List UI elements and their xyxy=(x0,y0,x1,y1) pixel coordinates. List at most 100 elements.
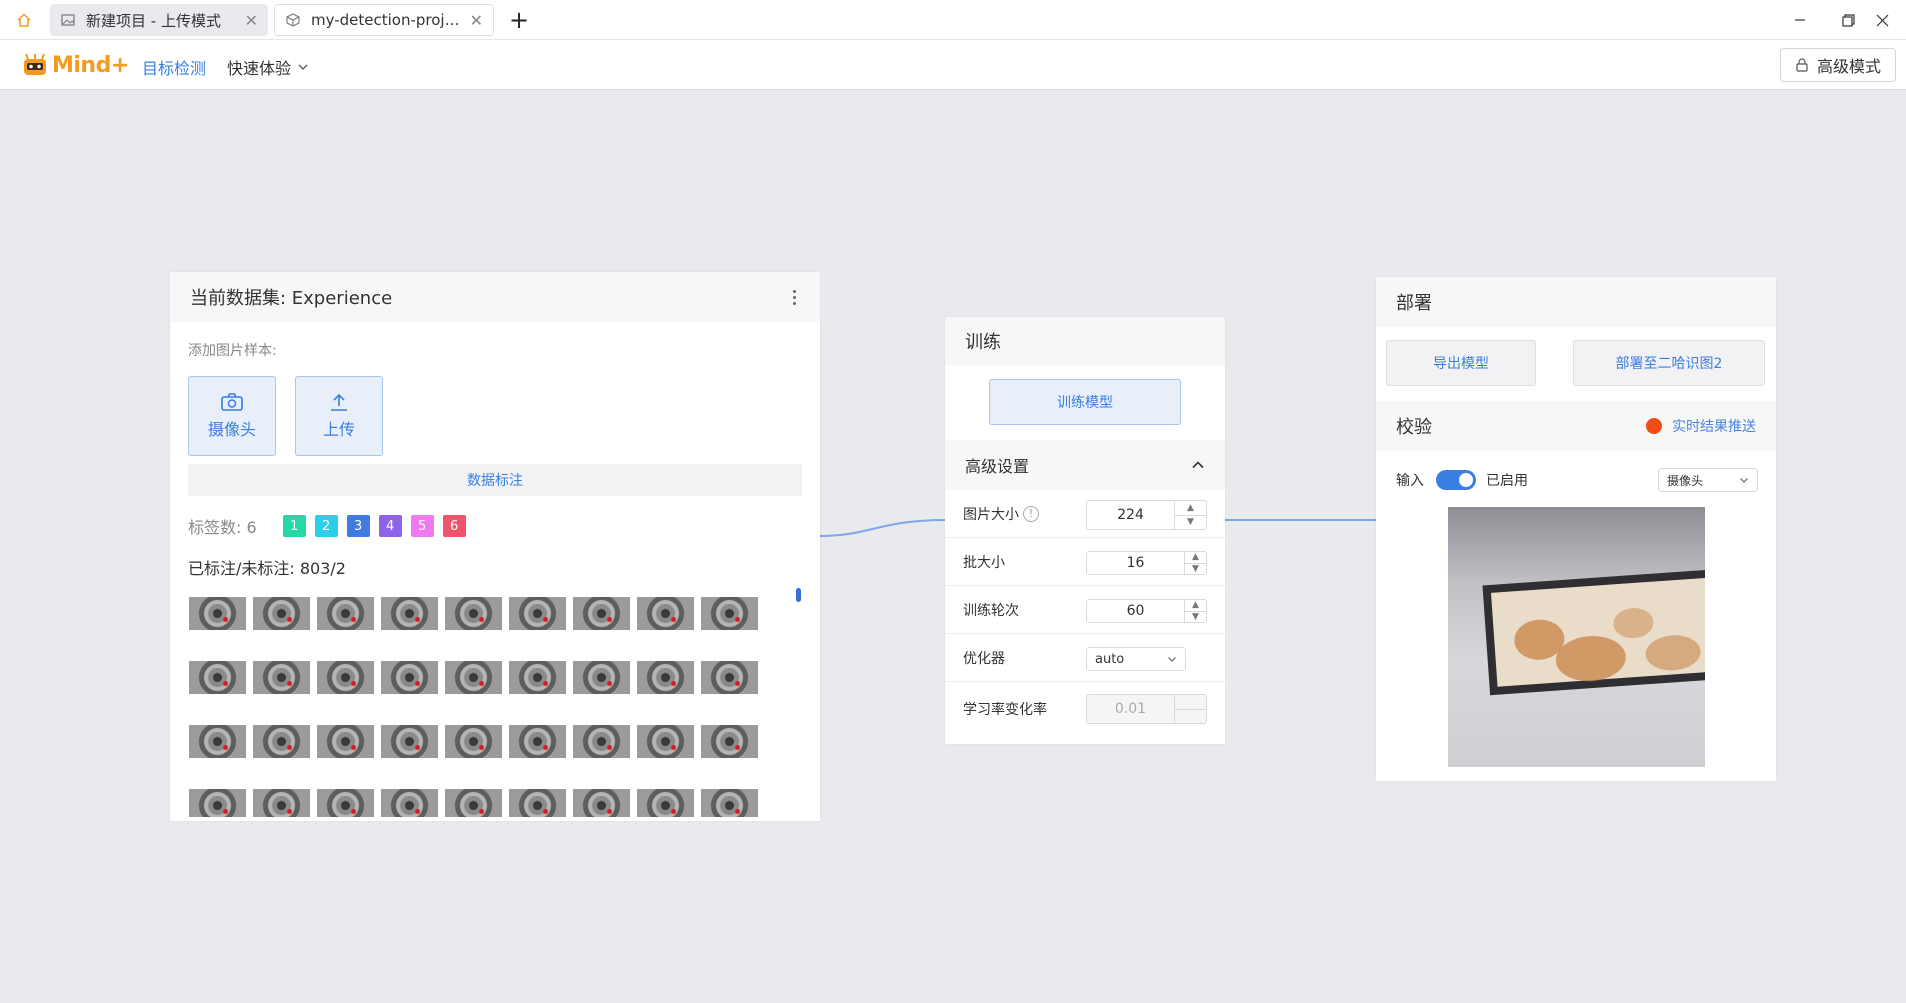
validate-header: 校验 实时结果推送 xyxy=(1376,401,1776,451)
label-badge[interactable]: 4 xyxy=(378,515,402,537)
camera-preview xyxy=(1448,507,1705,767)
annotated-count: 已标注/未标注: 803/2 xyxy=(188,559,346,578)
sample-thumbnail[interactable] xyxy=(381,789,438,817)
deploy-title: 部署 xyxy=(1396,293,1432,314)
add-samples-label: 添加图片样本: xyxy=(188,343,277,359)
more-options-icon[interactable] xyxy=(789,286,800,309)
sample-thumbnail[interactable] xyxy=(253,789,310,817)
sample-thumbnail[interactable] xyxy=(317,789,374,817)
annotate-button[interactable]: 数据标注 xyxy=(188,464,802,496)
input-label: 输入 xyxy=(1396,473,1424,489)
train-model-button[interactable]: 训练模型 xyxy=(989,379,1181,425)
sample-thumbnail[interactable] xyxy=(317,597,374,630)
sample-thumbnail[interactable] xyxy=(445,597,502,630)
sample-thumbnail[interactable] xyxy=(189,789,246,817)
sample-thumbnail[interactable] xyxy=(253,597,310,630)
info-icon[interactable]: ! xyxy=(1023,505,1039,522)
chevron-down-icon[interactable]: ▼ xyxy=(1175,514,1206,530)
sample-thumbnail[interactable] xyxy=(381,661,438,694)
upload-icon xyxy=(331,393,347,411)
chevron-down-icon xyxy=(1740,478,1748,483)
upload-button[interactable]: 上传 xyxy=(295,376,383,456)
param-optimizer: 优化器 auto xyxy=(945,634,1225,682)
connector-dataset-train xyxy=(819,519,946,537)
train-card: 训练 训练模型 高级设置 图片大小! 224 ▲ ▼ 批大小 16 ▲ ▼ 训练轮次… xyxy=(945,317,1225,744)
batch-size-value: 16 xyxy=(1126,555,1145,571)
param-label: 图片大小 xyxy=(963,506,1019,523)
chevron-up-icon[interactable]: ▲ xyxy=(1185,600,1206,611)
sample-thumbnail[interactable] xyxy=(445,789,502,817)
sample-thumbnail[interactable] xyxy=(381,725,438,758)
chevron-up-icon[interactable] xyxy=(1191,458,1205,472)
param-label: 训练轮次 xyxy=(963,602,1019,619)
chevron-down-icon xyxy=(1168,657,1176,662)
sample-thumbnail[interactable] xyxy=(637,597,694,630)
epochs-input[interactable]: 60 ▲ ▼ xyxy=(1086,599,1207,623)
preview-scroll-painting xyxy=(1482,568,1705,696)
label-badge[interactable]: 5 xyxy=(410,515,434,537)
sample-thumbnail[interactable] xyxy=(253,661,310,694)
label-badge[interactable]: 1 xyxy=(282,515,306,537)
label-badge[interactable]: 2 xyxy=(314,515,338,537)
sample-thumbnail[interactable] xyxy=(509,661,566,694)
input-source-select[interactable]: 摄像头 xyxy=(1658,468,1758,492)
sample-thumbnail[interactable] xyxy=(445,661,502,694)
sample-thumbnail[interactable] xyxy=(509,597,566,630)
live-push-toggle[interactable]: 实时结果推送 xyxy=(1646,416,1756,436)
deploy-to-huskylens-button[interactable]: 部署至二哈识图2 xyxy=(1573,340,1765,386)
sample-thumbnail[interactable] xyxy=(317,725,374,758)
deploy-card: 部署 导出模型 部署至二哈识图2 校验 实时结果推送 输入 已启用 摄像头 xyxy=(1376,277,1776,781)
input-row: 输入 已启用 摄像头 xyxy=(1396,467,1758,493)
export-model-button[interactable]: 导出模型 xyxy=(1386,340,1536,386)
advanced-settings-header[interactable]: 高级设置 xyxy=(945,440,1225,490)
camera-button[interactable]: 摄像头 xyxy=(188,376,276,456)
sample-thumbnail[interactable] xyxy=(701,789,758,817)
sample-thumbnail[interactable] xyxy=(637,661,694,694)
optimizer-select[interactable]: auto xyxy=(1086,647,1186,671)
sample-thumbnail[interactable] xyxy=(317,661,374,694)
chevron-down-icon[interactable]: ▼ xyxy=(1185,562,1206,575)
sample-thumbnail[interactable] xyxy=(381,597,438,630)
image-sample-grid xyxy=(189,597,761,817)
sample-thumbnail[interactable] xyxy=(701,597,758,630)
sample-thumbnail[interactable] xyxy=(637,789,694,817)
sample-thumbnail[interactable] xyxy=(573,725,630,758)
image-size-input[interactable]: 224 ▲ ▼ xyxy=(1086,500,1207,530)
scrollbar-thumb[interactable] xyxy=(796,588,801,602)
chevron-up-icon[interactable]: ▲ xyxy=(1185,552,1206,563)
param-label: 学习率变化率 xyxy=(963,702,1047,718)
sample-thumbnail[interactable] xyxy=(637,725,694,758)
chevron-up-icon xyxy=(1175,695,1206,709)
live-push-label: 实时结果推送 xyxy=(1672,419,1756,435)
record-dot-icon xyxy=(1646,418,1662,434)
label-row: 标签数: 6 123456 xyxy=(188,514,466,538)
input-toggle[interactable] xyxy=(1436,470,1476,490)
chevron-up-icon[interactable]: ▲ xyxy=(1175,501,1206,515)
label-count: 标签数: 6 xyxy=(188,518,257,537)
optimizer-value: auto xyxy=(1095,651,1125,667)
param-lr-factor: 学习率变化率 0.01 xyxy=(945,682,1225,736)
label-badge[interactable]: 6 xyxy=(442,515,466,537)
sample-thumbnail[interactable] xyxy=(573,661,630,694)
sample-thumbnail[interactable] xyxy=(189,661,246,694)
sample-thumbnail[interactable] xyxy=(445,725,502,758)
train-title: 训练 xyxy=(965,332,1001,353)
sample-thumbnail[interactable] xyxy=(509,725,566,758)
chevron-down-icon xyxy=(1175,708,1206,724)
sample-thumbnail[interactable] xyxy=(701,725,758,758)
sample-thumbnail[interactable] xyxy=(253,725,310,758)
camera-icon xyxy=(221,393,243,411)
sample-thumbnail[interactable] xyxy=(189,597,246,630)
label-badge[interactable]: 3 xyxy=(346,515,370,537)
validate-title: 校验 xyxy=(1396,417,1432,438)
sample-thumbnail[interactable] xyxy=(189,725,246,758)
param-batch-size: 批大小 16 ▲ ▼ xyxy=(945,538,1225,586)
sample-thumbnail[interactable] xyxy=(573,789,630,817)
sample-thumbnail[interactable] xyxy=(701,661,758,694)
train-header: 训练 xyxy=(945,317,1225,365)
sample-thumbnail[interactable] xyxy=(509,789,566,817)
batch-size-input[interactable]: 16 ▲ ▼ xyxy=(1086,551,1207,575)
epochs-value: 60 xyxy=(1126,603,1145,619)
sample-thumbnail[interactable] xyxy=(573,597,630,630)
chevron-down-icon[interactable]: ▼ xyxy=(1185,610,1206,623)
